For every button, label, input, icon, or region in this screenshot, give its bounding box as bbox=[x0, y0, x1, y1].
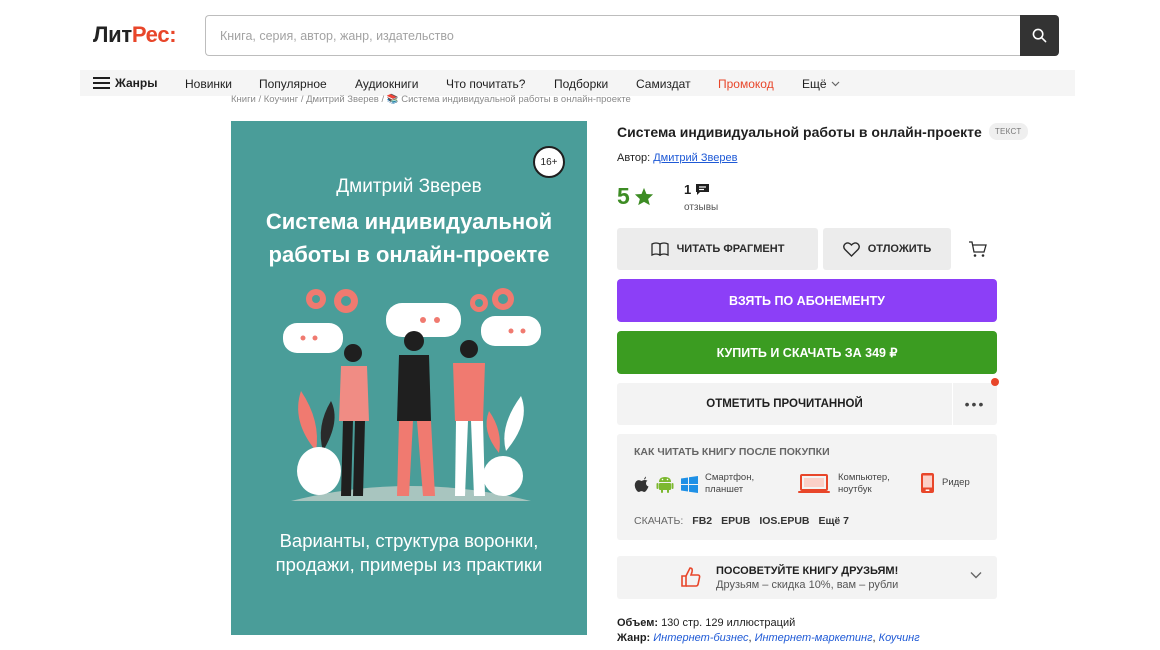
cover-title: Система индивидуальной работы в онлайн-п… bbox=[265, 209, 553, 267]
heart-icon bbox=[842, 241, 860, 257]
more-actions-button[interactable]: ••• bbox=[953, 383, 997, 425]
recommend-subtitle: Друзьям – скидка 10%, вам – рубли bbox=[716, 579, 899, 591]
reviews-count[interactable]: 1 bbox=[684, 182, 710, 197]
nav-item-new[interactable]: Новинки bbox=[185, 77, 232, 91]
device-reader[interactable]: Ридер bbox=[920, 472, 970, 494]
how-to-read-title: Как читать книгу после покупки bbox=[634, 446, 830, 458]
notification-dot bbox=[991, 378, 999, 386]
cover-subtitle: Варианты, структура воронки, продажи, пр… bbox=[275, 530, 543, 575]
format-ios-epub[interactable]: IOS.EPUB bbox=[759, 515, 809, 527]
comment-icon bbox=[696, 184, 710, 195]
header: ЛитРес: bbox=[0, 0, 1160, 68]
cover-author: Дмитрий Зверев bbox=[336, 176, 482, 197]
reviews-label: отзывы bbox=[684, 202, 719, 213]
search-icon bbox=[1032, 28, 1047, 43]
main-nav: Жанры Новинки Популярное Аудиокниги Что … bbox=[80, 70, 1075, 96]
search-box[interactable] bbox=[205, 15, 1020, 56]
cover-illustration bbox=[283, 288, 541, 501]
cart-button[interactable] bbox=[956, 228, 998, 270]
nav-item-promo[interactable]: Промокод bbox=[718, 77, 774, 91]
cart-icon bbox=[968, 240, 987, 257]
author-link[interactable]: Дмитрий Зверев bbox=[653, 152, 737, 164]
ereader-icon bbox=[921, 473, 934, 493]
format-fb2[interactable]: FB2 bbox=[692, 515, 712, 527]
breadcrumb[interactable]: Книги / Коучинг / Дмитрий Зверев / 📚 Сис… bbox=[231, 94, 631, 105]
save-later-button[interactable]: Отложить bbox=[823, 228, 951, 270]
format-more[interactable]: Ещё 7 bbox=[819, 515, 849, 527]
rating[interactable]: 5 bbox=[617, 183, 654, 210]
search-input[interactable] bbox=[220, 28, 1020, 43]
volume-info: Объем: 130 стр. 129 иллюстраций bbox=[617, 617, 796, 629]
android-icon bbox=[656, 477, 674, 493]
thumbs-up-icon bbox=[681, 567, 701, 587]
chevron-down-icon bbox=[831, 81, 839, 87]
recommend-panel[interactable]: Посоветуйте книгу друзьям! Друзьям – ски… bbox=[617, 556, 997, 599]
book-cover[interactable]: 16+ Дмитрий Зверев Система индивидуально… bbox=[231, 121, 587, 635]
type-tag: ТЕКСТ bbox=[988, 123, 1028, 140]
genre-link[interactable]: Интернет-бизнес bbox=[653, 632, 748, 644]
genre-link[interactable]: Интернет-маркетинг bbox=[755, 632, 873, 644]
download-formats: СКАЧАТЬ: FB2 EPUB IOS.EPUB Ещё 7 bbox=[634, 515, 849, 527]
nav-genres[interactable]: Жанры bbox=[93, 76, 158, 90]
windows-icon bbox=[681, 475, 698, 493]
nav-item-what-to-read[interactable]: Что почитать? bbox=[446, 77, 525, 91]
age-rating-badge: 16+ bbox=[533, 146, 565, 178]
nav-item-selfpub[interactable]: Самиздат bbox=[636, 77, 691, 91]
apple-icon bbox=[634, 476, 649, 492]
litres-logo[interactable]: ЛитРес: bbox=[93, 22, 177, 48]
genre-link[interactable]: Коучинг bbox=[879, 632, 920, 644]
nav-item-popular[interactable]: Популярное bbox=[259, 77, 327, 91]
subscribe-button[interactable]: Взять по абонементу bbox=[617, 279, 997, 322]
action-row: Читать фрагмент Отложить bbox=[617, 228, 998, 270]
star-icon bbox=[634, 187, 653, 206]
device-computer[interactable]: Компьютер, ноутбук bbox=[797, 472, 890, 496]
hamburger-icon bbox=[93, 77, 110, 89]
read-fragment-button[interactable]: Читать фрагмент bbox=[617, 228, 818, 270]
nav-item-audiobooks[interactable]: Аудиокниги bbox=[355, 77, 419, 91]
how-to-read-panel: Как читать книгу после покупки Смартфон,… bbox=[617, 434, 997, 540]
people-illustration bbox=[339, 331, 485, 496]
format-epub[interactable]: EPUB bbox=[721, 515, 750, 527]
recommend-title: Посоветуйте книгу друзьям! bbox=[716, 565, 899, 577]
search-button[interactable] bbox=[1020, 15, 1059, 56]
genre-info: Жанр: Интернет-бизнес, Интернет-маркетин… bbox=[617, 632, 920, 644]
device-smartphone[interactable]: Смартфон, планшет bbox=[634, 472, 754, 496]
buy-button[interactable]: Купить и скачать за 349 ₽ bbox=[617, 331, 997, 374]
laptop-icon bbox=[798, 474, 830, 493]
rating-value: 5 bbox=[617, 183, 630, 209]
nav-item-collections[interactable]: Подборки bbox=[554, 77, 608, 91]
mark-read-button[interactable]: Отметить прочитанной bbox=[617, 383, 952, 425]
chevron-down-icon bbox=[970, 572, 982, 579]
book-title: Система индивидуальной работы в онлайн-п… bbox=[617, 123, 1028, 140]
nav-item-more[interactable]: Ещё bbox=[802, 77, 840, 91]
book-open-icon bbox=[650, 242, 669, 256]
author-line: Автор: Дмитрий Зверев bbox=[617, 152, 738, 164]
